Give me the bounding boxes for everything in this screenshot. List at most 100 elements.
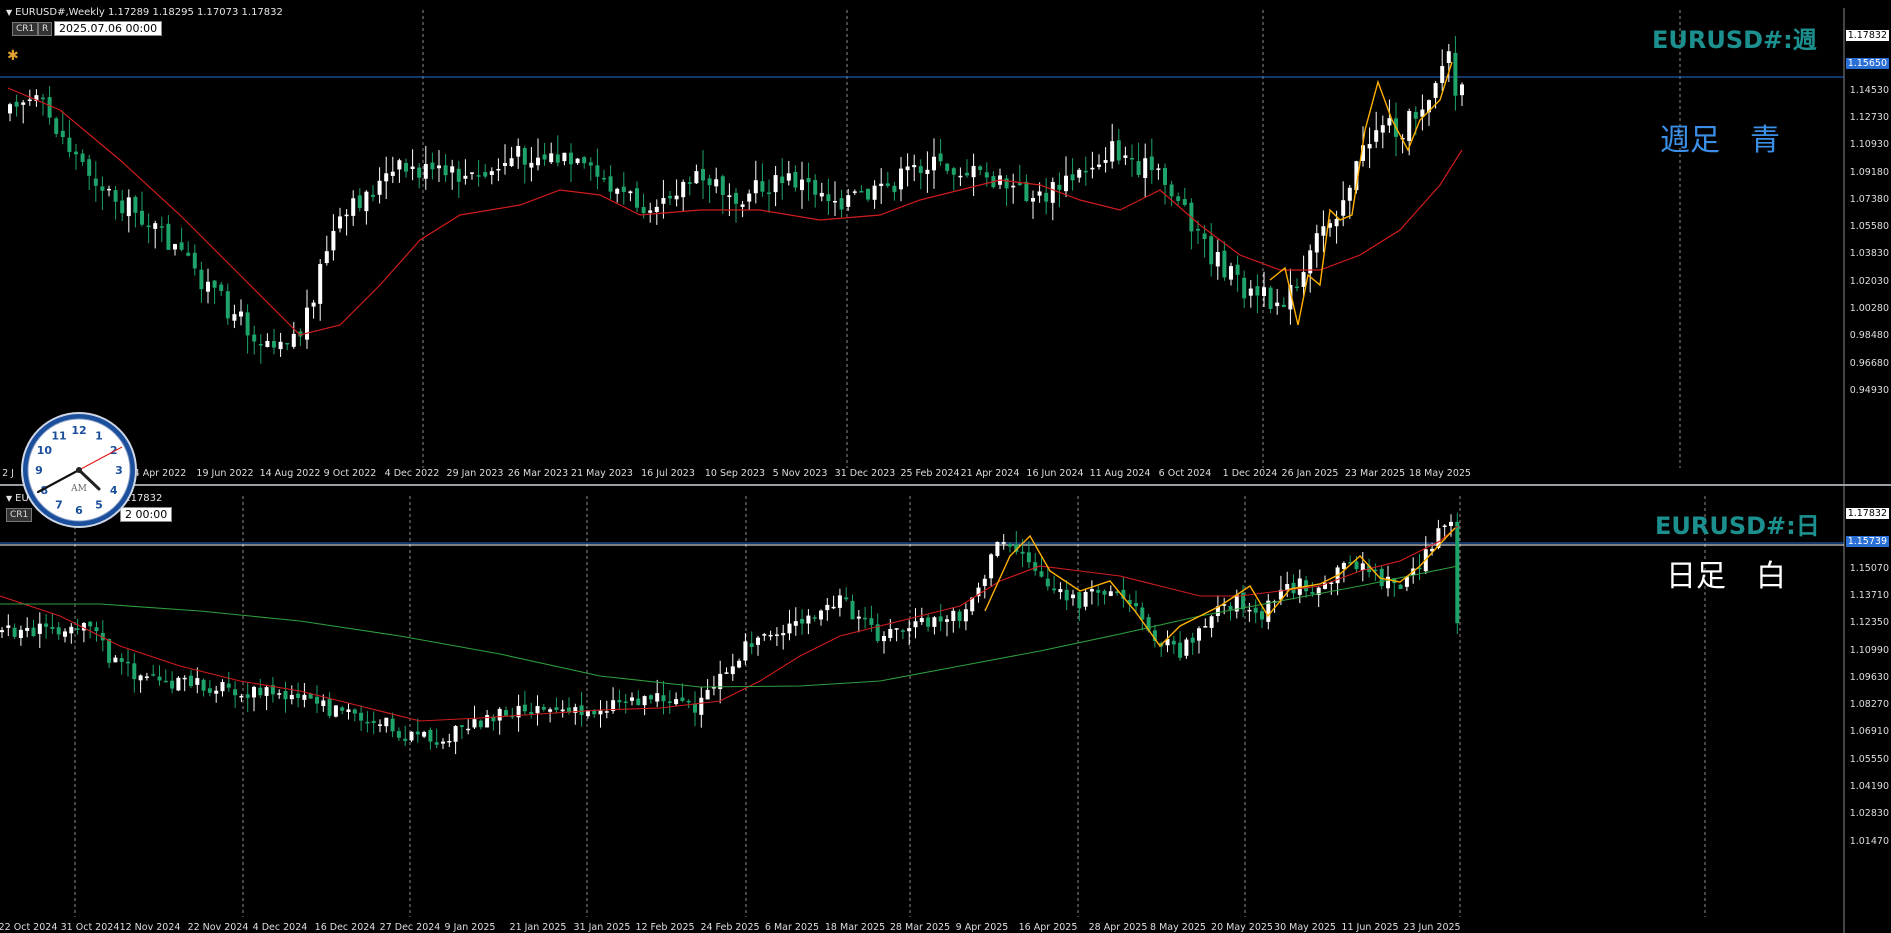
candle-body: [1097, 164, 1101, 167]
candle-body: [899, 168, 903, 190]
candle-body: [305, 307, 309, 340]
candle-body: [371, 194, 375, 197]
candle-body: [1202, 233, 1207, 240]
candle-body: [687, 182, 692, 184]
date-tick-label: 18 Mar 2025: [824, 922, 886, 933]
candle-body: [615, 188, 620, 194]
candle-body: [555, 154, 560, 163]
crosshair-tool-icon[interactable]: ✱: [7, 48, 19, 64]
date-tick-label: 28 Apr 2025: [1088, 922, 1148, 933]
candle-body: [1116, 140, 1121, 161]
daily-chart-panel[interactable]: ▼EU 1.18295 1.17610 1.17832 CR1 2 00:00 …: [0, 486, 1891, 933]
candle-body: [560, 709, 565, 712]
candle-body: [1446, 51, 1451, 63]
collapse-triangle-icon[interactable]: ▼: [6, 494, 12, 503]
weekly-symbol-label: EURUSD#:週: [1652, 26, 1817, 54]
candle-body: [415, 731, 420, 735]
candle-body: [812, 617, 817, 619]
candle-body: [390, 171, 395, 176]
clock-ampm: AM: [70, 484, 87, 494]
weekly-plot-area[interactable]: [0, 0, 1891, 484]
candle-body: [0, 630, 4, 633]
collapse-triangle-icon[interactable]: ▼: [6, 8, 12, 17]
candle-body: [1037, 191, 1042, 196]
candle-body: [21, 102, 26, 105]
candle-body: [516, 145, 521, 157]
clock-number: 10: [37, 444, 53, 457]
candle-body: [1136, 161, 1141, 175]
date-tick-label: 25 Feb 2024: [900, 468, 960, 479]
candle-body: [1163, 167, 1167, 185]
candle-body: [1222, 250, 1227, 278]
candle-body: [315, 696, 319, 704]
candle-body: [869, 618, 874, 625]
candle-body: [264, 687, 269, 696]
candle-body: [1071, 594, 1075, 599]
candle-body: [291, 333, 296, 347]
candle-body: [107, 188, 111, 191]
candle-body: [60, 130, 65, 138]
candle-body: [579, 705, 584, 715]
candle-body: [762, 634, 767, 636]
candle-body: [965, 172, 969, 176]
candle-body: [984, 172, 989, 178]
candle-body: [630, 697, 634, 701]
candle-body: [212, 280, 217, 288]
weekly-cr1-button[interactable]: CR1: [12, 22, 39, 36]
candle-body: [214, 690, 219, 694]
candle-body: [120, 200, 125, 214]
candle-body: [207, 688, 212, 693]
date-tick-label: 9 Jan 2025: [444, 922, 496, 933]
daily-plot-area[interactable]: [0, 486, 1891, 933]
weekly-r-button[interactable]: R: [38, 22, 53, 36]
date-tick-label: 29 Jan 2023: [446, 468, 504, 479]
candle-body: [800, 179, 804, 191]
candle-body: [1460, 84, 1464, 96]
candle-body: [740, 204, 745, 207]
candle-body: [1169, 184, 1174, 197]
price-tick-label: 1.09180: [1849, 166, 1889, 178]
candle-body: [852, 191, 857, 193]
candle-body: [1253, 607, 1258, 613]
candle-body: [800, 618, 805, 624]
candle-body: [245, 694, 250, 698]
candle-body: [1260, 611, 1264, 620]
candle-body: [126, 661, 130, 664]
weekly-chart-panel[interactable]: ▼ EURUSD#,Weekly 1.17289 1.18295 1.17073 …: [0, 0, 1891, 484]
candle-body: [806, 178, 811, 183]
candle-body: [179, 242, 184, 250]
candle-body: [192, 252, 197, 269]
price-tick-label: 1.08270: [1849, 699, 1889, 711]
candle-body: [913, 621, 918, 628]
candle-body: [1386, 576, 1390, 589]
price-tick-label: 0.94930: [1849, 384, 1889, 396]
candle-body: [831, 606, 836, 609]
candle-body: [1440, 66, 1445, 84]
candle-body: [459, 725, 464, 728]
candle-body: [258, 343, 263, 346]
weekly-date-box[interactable]: 2025.07.06 00:00: [54, 21, 163, 36]
candle-body: [623, 701, 628, 703]
date-tick-label: 1 Dec 2024: [1222, 468, 1278, 479]
candle-body: [357, 195, 362, 208]
clock-number: 4: [110, 484, 118, 497]
candle-body: [595, 165, 600, 177]
candle-body: [1255, 286, 1260, 296]
candle-body: [1242, 277, 1247, 299]
candle-body: [1407, 110, 1412, 142]
date-tick-label: 18 May 2025: [1409, 468, 1471, 479]
date-tick-label: 4 Dec 2022: [384, 468, 440, 479]
date-tick-label: 23 Mar 2025: [1344, 468, 1406, 479]
date-tick-label: 21 Jan 2025: [509, 922, 567, 933]
candle-body: [846, 195, 851, 207]
candle-body: [1229, 266, 1233, 280]
candle-body: [1184, 639, 1189, 656]
candle-body: [359, 712, 364, 721]
candle-body: [176, 677, 181, 691]
candle-body: [900, 630, 905, 632]
candle-body: [1285, 584, 1290, 590]
hline-price-tag: 1.15739: [1845, 536, 1889, 547]
candle-body: [491, 717, 496, 722]
date-tick-label: 16 Jul 2023: [641, 468, 695, 479]
candle-body: [522, 148, 527, 165]
